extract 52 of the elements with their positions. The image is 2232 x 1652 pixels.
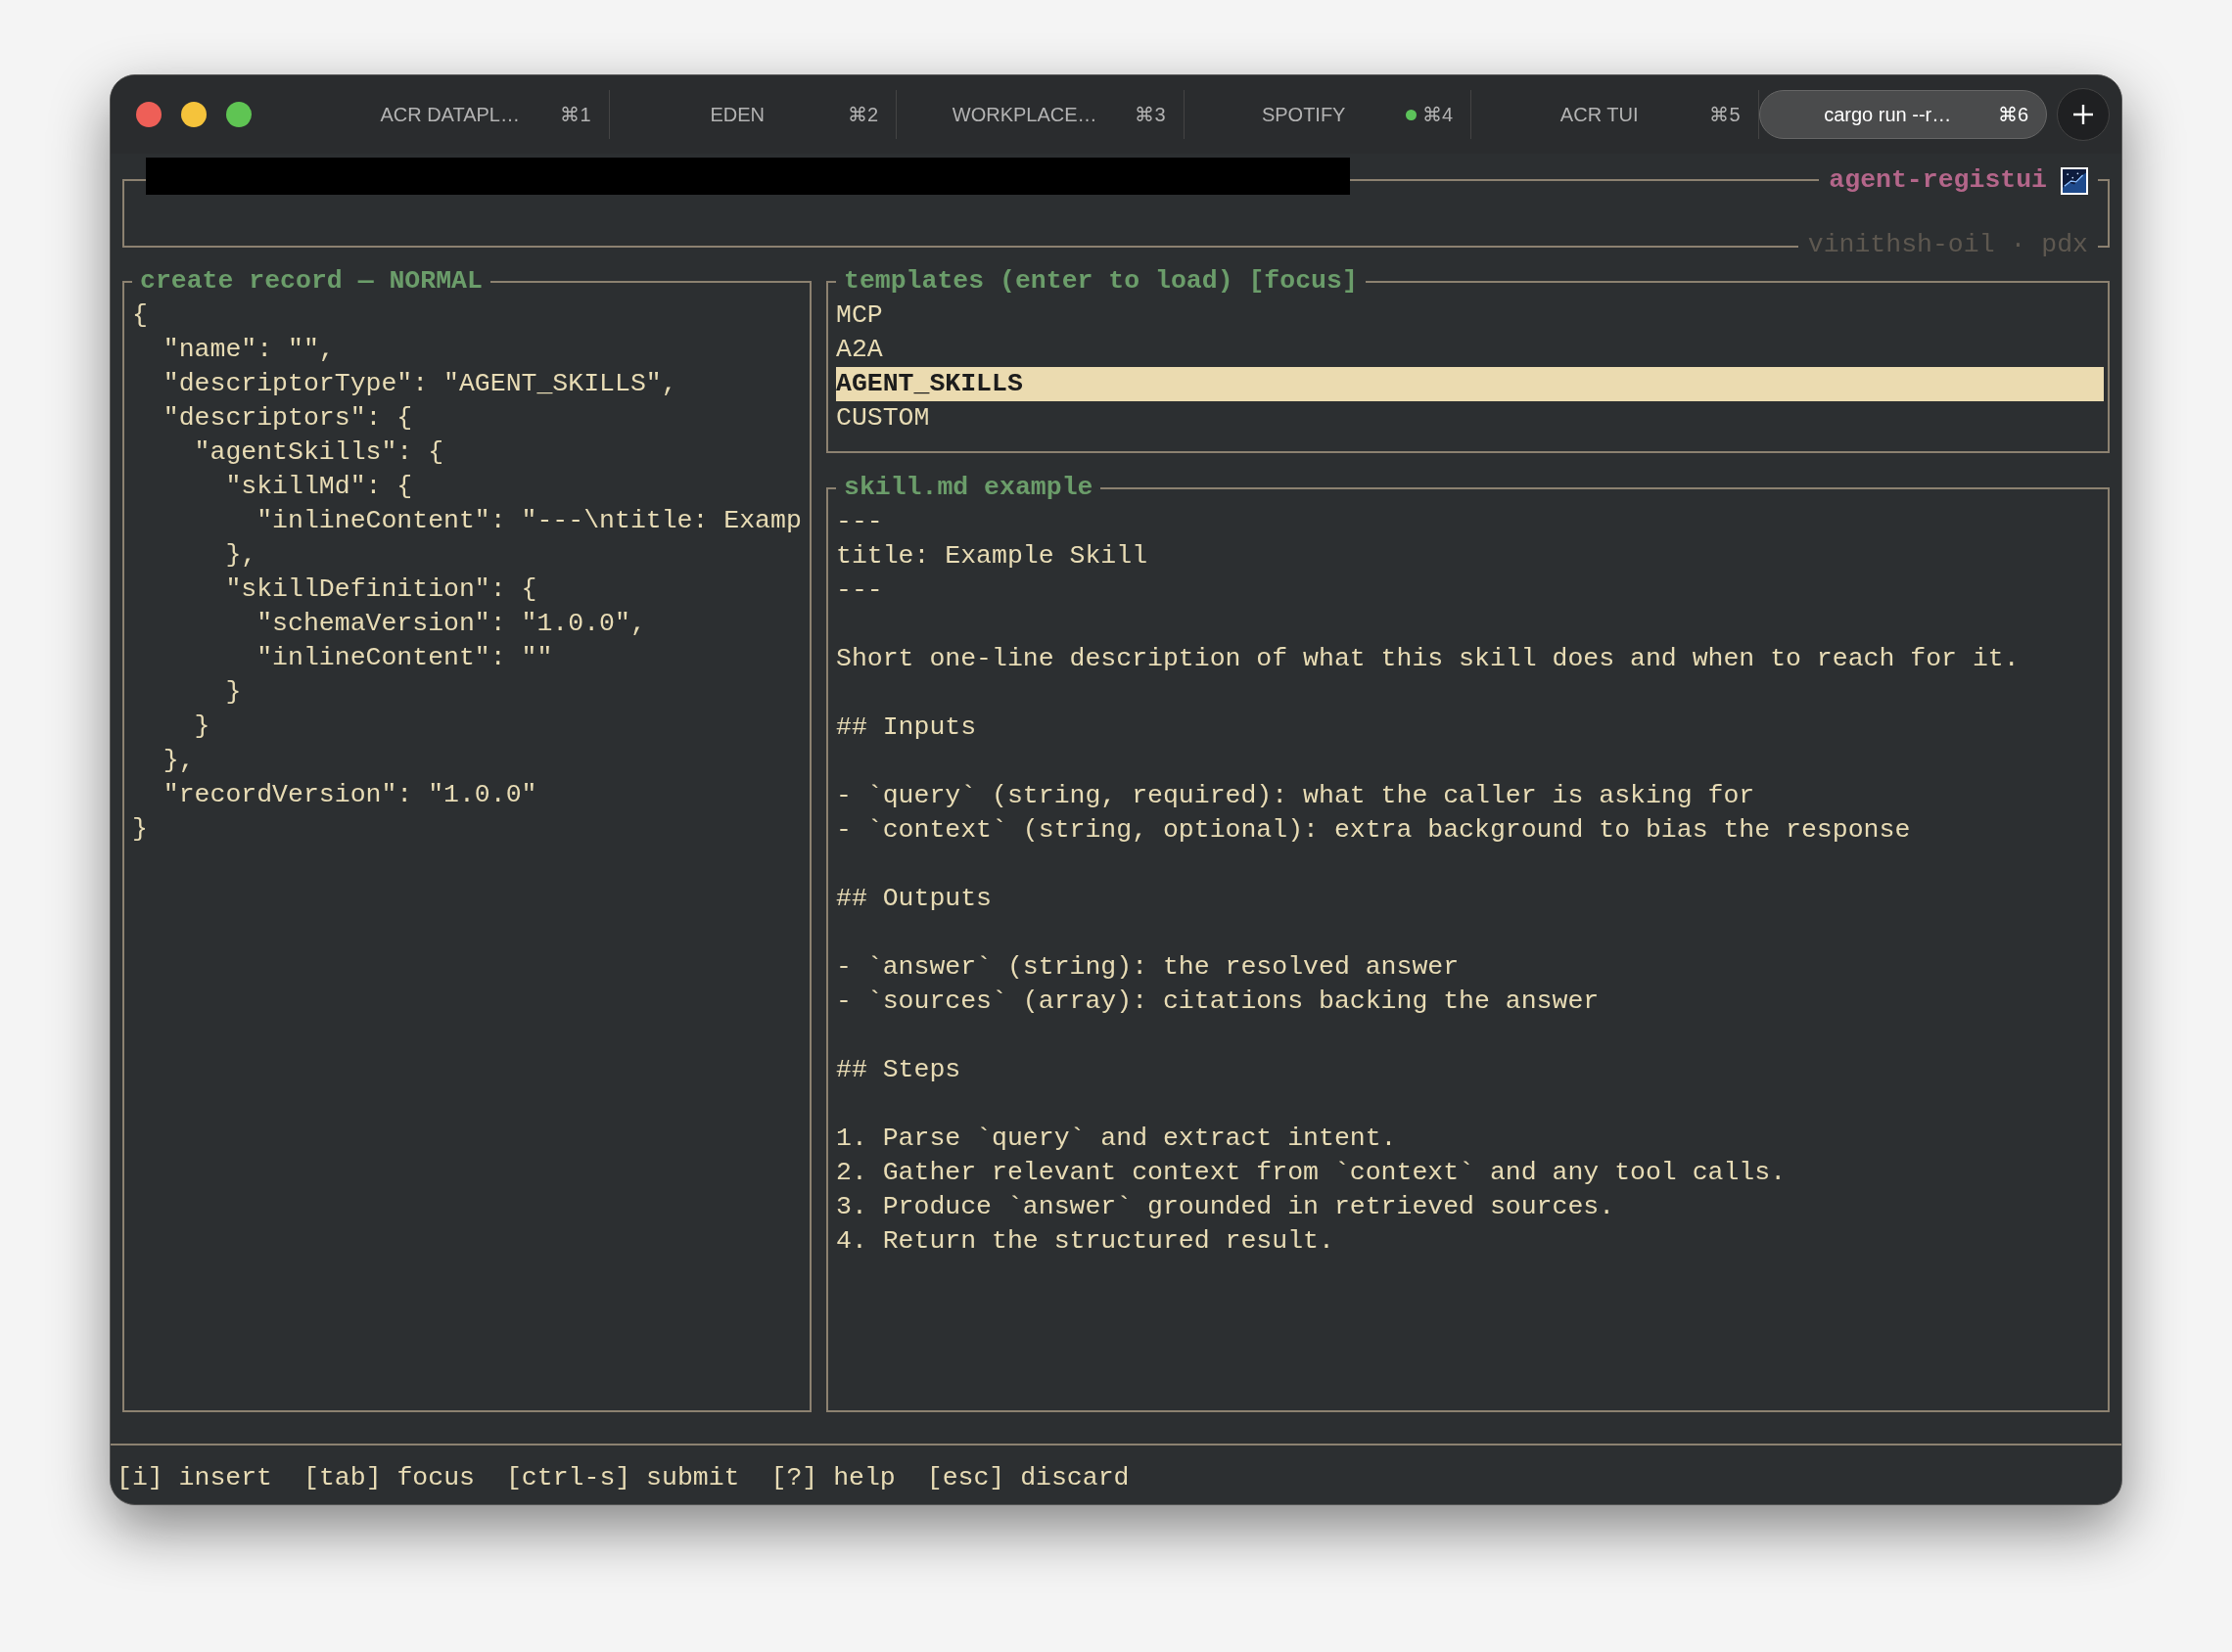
text-line: title: Example Skill bbox=[836, 540, 1149, 573]
terminal-tab[interactable]: SPOTIFY ⌘4 bbox=[1184, 90, 1471, 139]
zoom-button[interactable] bbox=[226, 102, 252, 127]
terminal-tab[interactable]: cargo run --r… ⌘6 bbox=[1758, 90, 2047, 139]
code-line: } bbox=[193, 711, 211, 743]
code-line: "descriptorType": "AGENT_SKILLS", bbox=[162, 368, 678, 400]
code-line: } bbox=[132, 813, 149, 846]
text-line: ## Outputs bbox=[836, 883, 994, 915]
text-line: ## Inputs bbox=[836, 711, 978, 744]
key-hint: [?] help bbox=[770, 1462, 896, 1494]
text-line: --- bbox=[836, 574, 884, 607]
text-line: Short one-line description of what this skill does and when to reach for it. bbox=[836, 643, 2021, 675]
app-title: agent-registui bbox=[1829, 164, 2047, 197]
text-line: - `answer` (string): the resolved answer bbox=[836, 951, 1461, 984]
text-line: 3. Produce `answer` grounded in retrieved sources. bbox=[836, 1191, 1616, 1223]
text-line: - `sources` (array): citations backing the answer bbox=[836, 986, 1601, 1018]
key-hint: [esc] discard bbox=[926, 1462, 1130, 1494]
code-line: "agentSkills": { bbox=[193, 436, 445, 469]
template-item[interactable]: AGENT_SKILLS bbox=[836, 367, 2104, 401]
code-line: "schemaVersion": "1.0.0", bbox=[256, 608, 647, 640]
text-line: - `query` (string, required): what the caller is asking for bbox=[836, 780, 1756, 812]
code-line: "skillDefinition": { bbox=[224, 574, 538, 606]
code-line: "descriptors": { bbox=[162, 402, 414, 435]
terminal-tab[interactable]: ACR TUI ⌘5 bbox=[1471, 90, 1759, 139]
template-item[interactable]: A2A bbox=[836, 333, 2104, 367]
text-line: 1. Parse `query` and extract intent. bbox=[836, 1123, 1398, 1155]
key-hint: [tab] focus bbox=[303, 1462, 475, 1494]
plus-icon bbox=[2072, 104, 2094, 125]
template-item[interactable]: CUSTOM bbox=[836, 401, 2104, 436]
text-line: --- bbox=[836, 506, 884, 538]
code-line: }, bbox=[162, 745, 196, 777]
key-hint: [i] insert bbox=[116, 1462, 273, 1494]
new-tab-button[interactable] bbox=[2057, 88, 2110, 141]
code-line: "recordVersion": "1.0.0" bbox=[162, 779, 538, 811]
code-line: "inlineContent": "---\ntitle: Examp bbox=[256, 505, 803, 537]
text-line: ## Steps bbox=[836, 1054, 962, 1086]
terminal-tab[interactable]: EDEN ⌘2 bbox=[609, 90, 897, 139]
text-line: - `context` (string, optional): extra background to bias the response bbox=[836, 814, 1912, 847]
terminal-tab[interactable]: WORKPLACE… ⌘3 bbox=[897, 90, 1185, 139]
code-line: { bbox=[132, 299, 149, 332]
key-hint: [ctrl-s] submit bbox=[505, 1462, 740, 1494]
code-line: } bbox=[224, 676, 243, 709]
terminal-tab[interactable]: ACR DATAPL… ⌘1 bbox=[322, 90, 610, 139]
template-item[interactable]: MCP bbox=[836, 298, 2104, 333]
code-line: "skillMd": { bbox=[224, 471, 414, 503]
text-line: 2. Gather relevant context from `context` and any tool calls. bbox=[836, 1157, 1788, 1189]
close-button[interactable] bbox=[136, 102, 162, 127]
code-line: }, bbox=[224, 539, 258, 572]
code-line: "inlineContent": "" bbox=[256, 642, 554, 674]
text-line: 4. Return the structured result. bbox=[836, 1225, 1335, 1258]
code-line: "name": "", bbox=[162, 334, 336, 366]
minimize-button[interactable] bbox=[181, 102, 207, 127]
